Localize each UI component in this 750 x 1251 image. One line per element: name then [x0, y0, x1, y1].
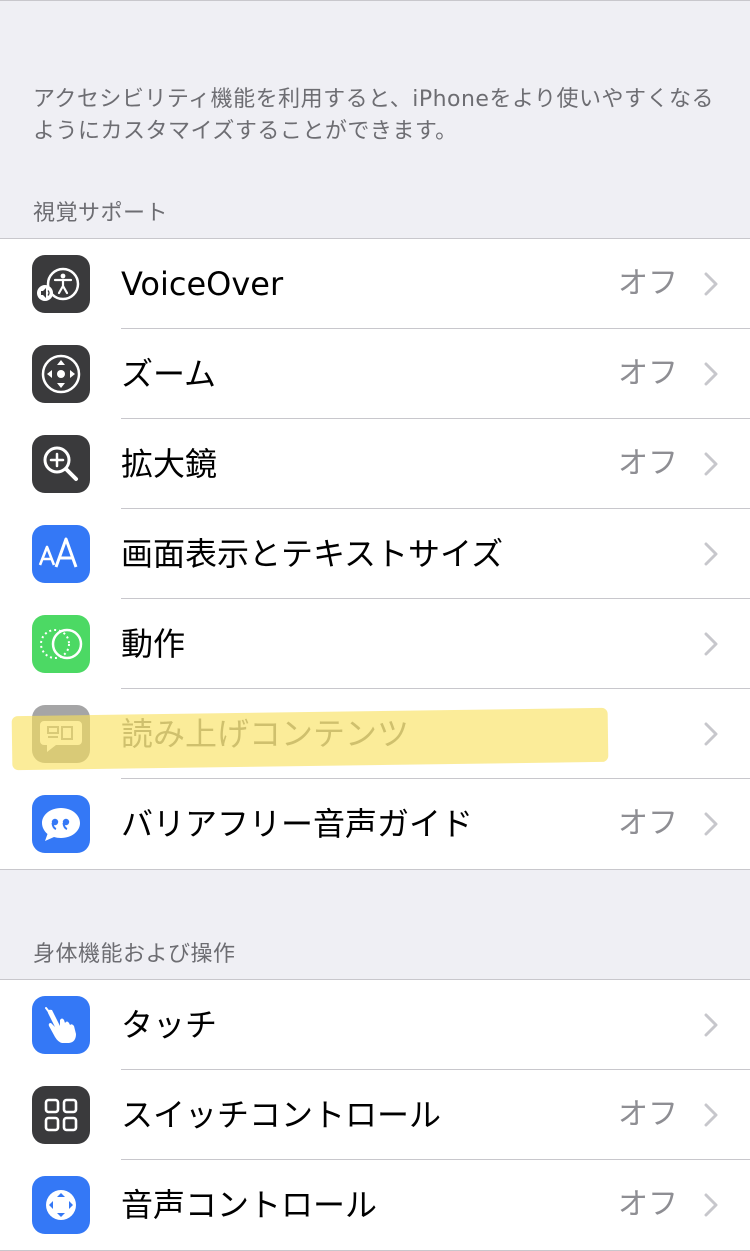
section-header-vision: 視覚サポート — [33, 201, 169, 226]
chevron-right-icon — [704, 1193, 718, 1217]
row-label-switch-control: スイッチコントロール — [121, 1096, 442, 1134]
motion-icon — [32, 615, 90, 673]
chevron-right-icon — [704, 452, 718, 476]
row-audio-descriptions[interactable]: バリアフリー音声ガイド オフ — [0, 779, 750, 869]
voiceover-icon — [32, 255, 90, 313]
row-motion[interactable]: 動作 — [0, 599, 750, 689]
row-value-zoom: オフ — [618, 356, 678, 391]
intro-text: アクセシビリティ機能を利用すると、iPhoneをより使いやすくなるようにカスタマ… — [33, 87, 715, 144]
yellow-highlight-mark — [11, 707, 609, 771]
row-magnifier[interactable]: 拡大鏡 オフ — [0, 419, 750, 509]
magnifier-icon — [32, 435, 90, 493]
row-value-magnifier: オフ — [618, 446, 678, 481]
chevron-right-icon — [704, 722, 718, 746]
physical-motor-settings-group: タッチ スイッチコントロール オフ 音声コントロール オフ — [0, 979, 750, 1251]
chevron-right-icon — [704, 542, 718, 566]
row-value-voiceover: オフ — [618, 266, 678, 301]
row-label-zoom: ズーム — [121, 355, 217, 393]
display-text-size-icon — [32, 525, 90, 583]
row-label-magnifier: 拡大鏡 — [121, 445, 218, 483]
row-value-voice-control: オフ — [618, 1187, 678, 1222]
row-zoom[interactable]: ズーム オフ — [0, 329, 750, 419]
chevron-right-icon — [704, 812, 718, 836]
top-border — [0, 0, 750, 1]
row-voice-control[interactable]: 音声コントロール オフ — [0, 1160, 750, 1250]
row-label-audio-descriptions: バリアフリー音声ガイド — [121, 805, 474, 843]
voice-control-icon — [32, 1176, 90, 1234]
row-switch-control[interactable]: スイッチコントロール オフ — [0, 1070, 750, 1160]
chevron-right-icon — [704, 362, 718, 386]
vision-settings-group: VoiceOver オフ ズーム オフ 拡大鏡 オフ 画面表示とテキストサイズ … — [0, 238, 750, 870]
row-label-display-text-size: 画面表示とテキストサイズ — [121, 535, 504, 573]
row-label-touch: タッチ — [121, 1006, 218, 1044]
chevron-right-icon — [704, 1013, 718, 1037]
row-touch[interactable]: タッチ — [0, 980, 750, 1070]
row-voiceover[interactable]: VoiceOver オフ — [0, 239, 750, 329]
row-value-switch-control: オフ — [618, 1097, 678, 1132]
zoom-icon — [32, 345, 90, 403]
audio-descriptions-icon — [32, 795, 90, 853]
switch-control-icon — [32, 1086, 90, 1144]
chevron-right-icon — [704, 632, 718, 656]
chevron-right-icon — [704, 272, 718, 296]
row-label-motion: 動作 — [121, 625, 186, 663]
row-label-voice-control: 音声コントロール — [121, 1186, 378, 1224]
section-header-physical-motor: 身体機能および操作 — [33, 942, 236, 967]
row-value-audio-descriptions: オフ — [618, 806, 678, 841]
row-label-voiceover: VoiceOver — [121, 265, 284, 303]
row-display-text-size[interactable]: 画面表示とテキストサイズ — [0, 509, 750, 599]
touch-icon — [32, 996, 90, 1054]
chevron-right-icon — [704, 1103, 718, 1127]
